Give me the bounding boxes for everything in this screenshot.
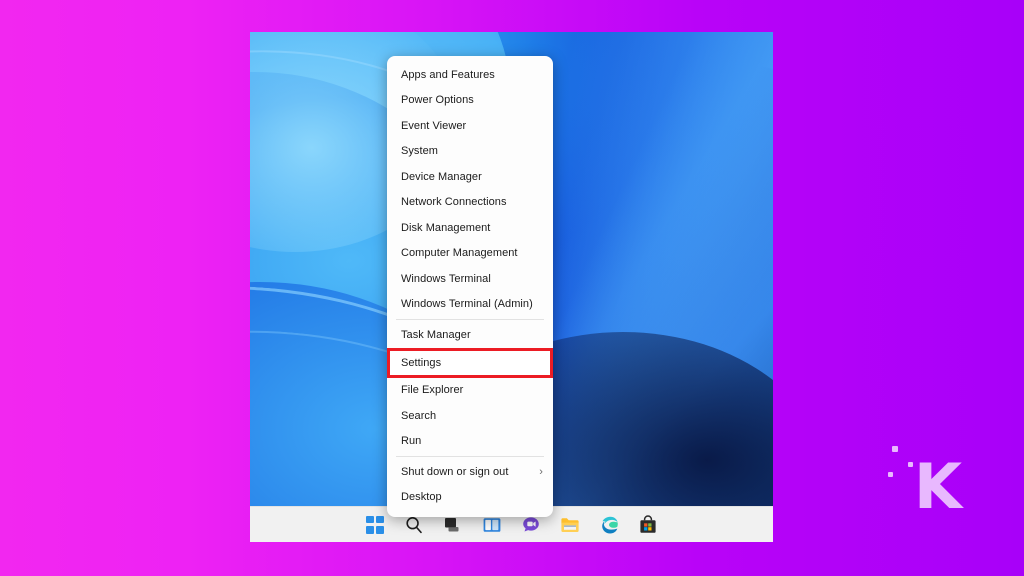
menu-item-label: Task Manager [401,329,471,341]
watermark-dot [892,446,898,452]
menu-item[interactable]: Run [387,429,553,455]
desktop-screenshot: Apps and Features Power Options Event View… [250,32,773,542]
menu-item[interactable]: Windows Terminal [387,266,553,292]
menu-item[interactable]: Windows Terminal (Admin) [387,292,553,318]
watermark-dot [908,462,913,467]
menu-item-label: Run [401,435,421,447]
menu-item[interactable]: Event Viewer [387,113,553,139]
chevron-right-icon: › [539,466,543,478]
menu-item-label: Network Connections [401,196,507,208]
menu-item-label: Power Options [401,94,474,106]
menu-item[interactable]: File Explorer [387,378,553,404]
menu-item-label: Shut down or sign out [401,466,508,478]
menu-item-label: Event Viewer [401,120,466,132]
watermark-letter: K [914,456,962,518]
menu-item-label: Apps and Features [401,69,495,81]
menu-item[interactable]: Task Manager [387,322,553,348]
start-icon[interactable] [364,514,386,536]
menu-item-label: System [401,145,438,157]
microsoft-edge-icon[interactable] [598,514,620,536]
menu-item[interactable]: Computer Management [387,241,553,267]
menu-item[interactable]: System [387,139,553,165]
menu-item-label: Disk Management [401,222,490,234]
menu-item-label: Device Manager [401,171,482,183]
menu-item-label: Windows Terminal (Admin) [401,298,533,310]
menu-item[interactable]: Shut down or sign out › [387,459,553,485]
menu-item-label: File Explorer [401,384,463,396]
menu-item[interactable]: Search [387,403,553,429]
menu-item-label: Search [401,410,436,422]
menu-item-label: Settings [401,357,441,369]
menu-item[interactable]: Apps and Features [387,62,553,88]
menu-item-highlighted[interactable]: Settings [387,348,553,378]
menu-item-label: Windows Terminal [401,273,491,285]
file-explorer-icon[interactable] [559,514,581,536]
menu-item[interactable]: Power Options [387,88,553,114]
microsoft-store-icon[interactable] [637,514,659,536]
menu-item[interactable]: Device Manager [387,164,553,190]
menu-item-label: Computer Management [401,247,518,259]
watermark-logo: K [886,438,962,514]
menu-item[interactable]: Network Connections [387,190,553,216]
menu-item-label: Desktop [401,491,442,503]
winx-context-menu: Apps and Features Power Options Event View… [387,56,553,517]
menu-item[interactable]: Desktop [387,485,553,511]
watermark-dot [888,472,893,477]
menu-item[interactable]: Disk Management [387,215,553,241]
